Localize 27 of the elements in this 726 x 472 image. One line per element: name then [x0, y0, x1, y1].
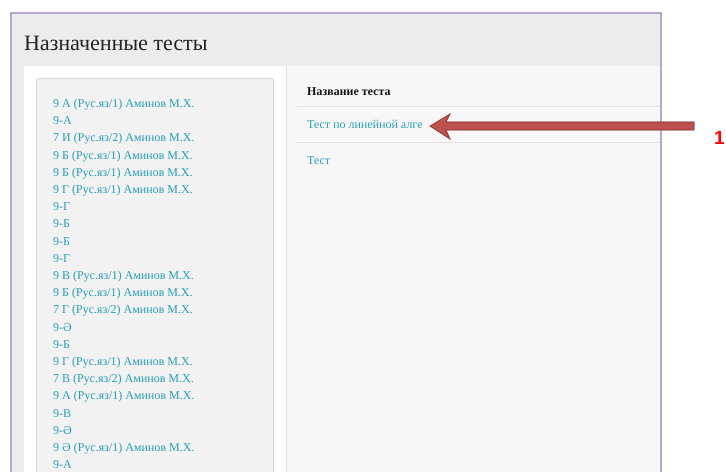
class-link[interactable]: 7 Г (Рус.яз/2) Аминов М.Х. — [53, 301, 273, 319]
class-link[interactable]: 9-В — [53, 404, 273, 422]
class-link[interactable]: 9-Ә — [53, 318, 273, 336]
class-link[interactable]: 9 Г (Рус.яз/1) Аминов М.Х. — [53, 181, 273, 198]
class-link[interactable]: 9-Г — [53, 250, 273, 268]
class-link[interactable]: 9 Г (Рус.яз/1) Аминов М.Х. — [53, 353, 273, 370]
class-link[interactable]: 9 Ә (Рус.яз/1) Аминов М.Х. — [53, 439, 273, 456]
class-link[interactable]: 9 А (Рус.яз/1) Аминов М.Х. — [53, 95, 273, 112]
class-link[interactable]: 9-А — [53, 112, 273, 130]
annotation-number: 1 — [714, 128, 725, 150]
class-link[interactable]: 9-Ә — [53, 422, 273, 440]
class-link[interactable]: 7 И (Рус.яз/2) Аминов М.Х. — [53, 129, 273, 147]
class-link[interactable]: 9-Б — [53, 232, 273, 250]
column-header: Название теста — [297, 84, 660, 107]
class-link[interactable]: 9-Б — [53, 215, 273, 233]
test-link[interactable]: Тест по линейной алге — [307, 117, 422, 131]
class-link[interactable]: 9 В (Рус.яз/1) Аминов М.Х. — [53, 267, 273, 284]
class-link[interactable]: 9 А (Рус.яз/1) Аминов М.Х. — [53, 387, 273, 405]
class-link[interactable]: 9-А — [53, 456, 273, 472]
class-link[interactable]: 7 В (Рус.яз/2) Аминов М.Х. — [53, 370, 273, 388]
class-link[interactable]: 9 Б (Рус.яз/1) Аминов М.Х. — [53, 284, 273, 302]
class-link[interactable]: 9 Б (Рус.яз/1) Аминов М.Х. — [53, 164, 273, 182]
class-link[interactable]: 9-Б — [53, 336, 273, 354]
page-title: Назначенные тесты — [23, 29, 209, 57]
class-link[interactable]: 9-Г — [53, 198, 273, 216]
class-link[interactable]: 9 Б (Рус.яз/1) Аминов М.Х. — [53, 146, 273, 164]
test-link[interactable]: Тест — [307, 153, 330, 168]
